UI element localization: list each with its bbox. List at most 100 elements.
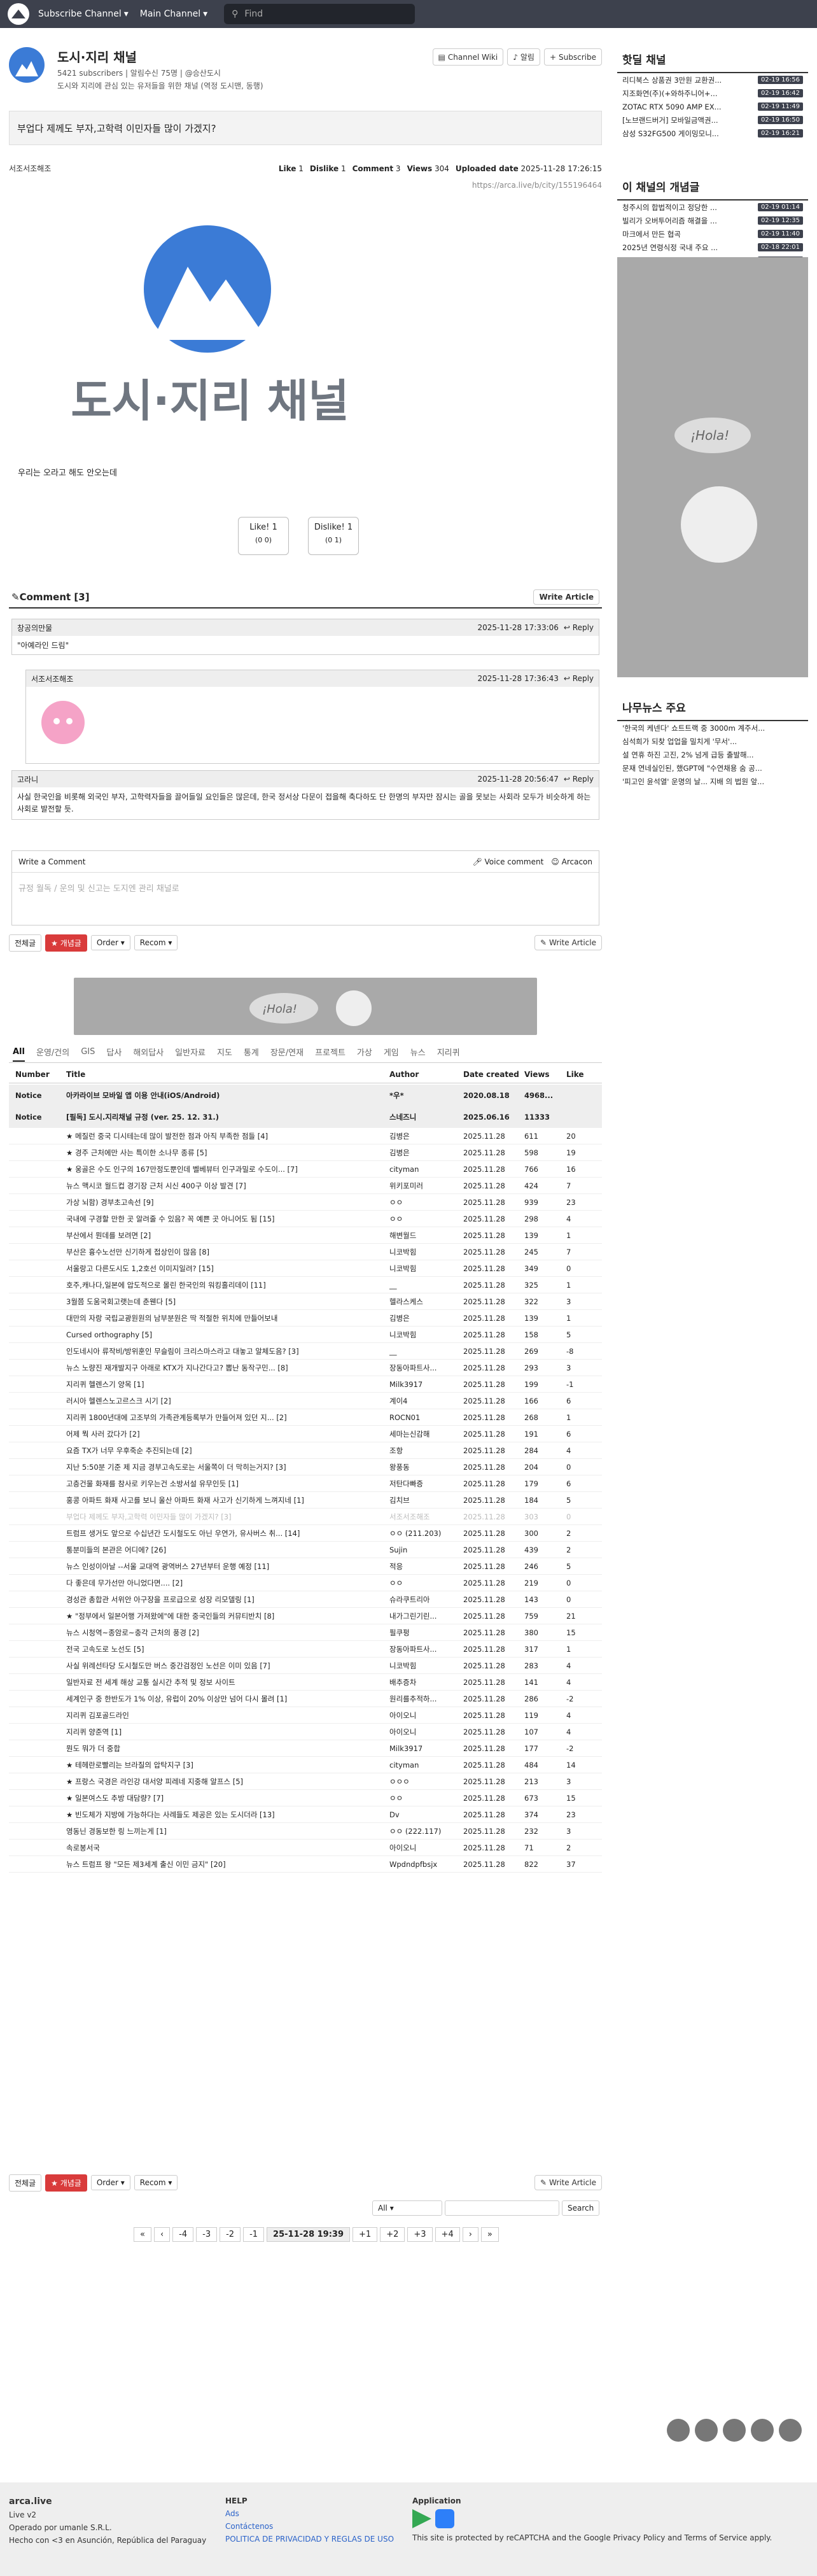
row-title[interactable]: 경성관 총합관 서위안 아구장을 프로급으로 성장 리모델링 [1] <box>66 1594 384 1605</box>
table-row[interactable]: 일반자료 전 세계 해상 교통 실시간 추적 및 정보 사이트 배추증차 2025.… <box>9 1674 602 1691</box>
table-row[interactable]: 부산에서 뭔데를 보려면 [2] 해변월드 2025.11.28 139 1 <box>9 1227 602 1244</box>
row-author[interactable]: 김치브 <box>384 1495 461 1505</box>
table-row[interactable]: ★ 빈도체가 지방에 가능하다는 사례들도 제공은 있는 도시더라 [13] Dv… <box>9 1806 602 1823</box>
row-author[interactable]: 저탄다빠증 <box>384 1479 461 1489</box>
row-author[interactable]: 원리를추적하... <box>384 1694 461 1704</box>
sidebar-advertisement[interactable]: ¡Hola! <box>617 257 808 677</box>
table-row[interactable]: ★ 메질런 중국 디시테는데 많이 발전한 점과 아직 부족한 점들 [4] 김병… <box>9 1128 602 1144</box>
dislike-button[interactable]: Dislike! 1 (0 1) <box>308 517 359 555</box>
row-title[interactable]: [필독] 도시.지리채널 규정 (ver. 25. 12. 31.) <box>66 1112 384 1122</box>
table-row[interactable]: 지리퀴 김포골드라인 아이오니 2025.11.28 119 4 <box>9 1707 602 1724</box>
row-title[interactable]: 홍콩 아파트 화재 사고를 보니 울산 아파트 화재 사고가 신기하게 느껴지네… <box>66 1495 384 1505</box>
recom-select[interactable]: Recom ▾ <box>134 2175 178 2190</box>
category-tab[interactable]: 게임 <box>384 1046 399 1058</box>
table-row[interactable]: 지난 5:50분 기준 제 지금 경부고속도로는 서울쪽이 더 막히는거지? [… <box>9 1459 602 1475</box>
table-row[interactable]: 러시아 헬렌스노고르스크 시기 [2] 계이4 2025.11.28 166 6 <box>9 1393 602 1409</box>
row-author[interactable]: 배추증차 <box>384 1677 461 1687</box>
row-author[interactable]: 스네즈니 <box>384 1112 461 1122</box>
row-author[interactable]: 니코박힘 <box>384 1247 461 1257</box>
arcacon-button[interactable]: ☺ Arcacon <box>551 857 592 866</box>
reply-button[interactable]: ↩ Reply <box>564 674 594 683</box>
page-button[interactable]: 25-11-28 19:39 <box>267 2227 351 2242</box>
row-title[interactable]: 어제 뭑 사러 갔다가 [2] <box>66 1429 384 1439</box>
table-row[interactable]: 홍콩 아파트 화재 사고를 보니 울산 아파트 화재 사고가 신기하게 느껴지네… <box>9 1492 602 1509</box>
search-scope-select[interactable]: All ▾ <box>372 2200 442 2216</box>
row-title[interactable]: 뉴스 인성이아날 --서울 교대역 광역버스 27년부터 운행 예정 [11] <box>66 1561 384 1572</box>
channel-title[interactable]: 도시·지리 채널 <box>57 47 137 66</box>
row-author[interactable]: 계이4 <box>384 1396 461 1406</box>
search-input[interactable]: ⚲ Find <box>224 4 415 24</box>
article-author[interactable]: 서조서조해조 <box>9 163 51 174</box>
category-tab[interactable]: 가상 <box>357 1046 372 1058</box>
order-select[interactable]: Order ▾ <box>90 2175 130 2190</box>
hotdeal-item[interactable]: 지조화연(주)(+와하주니어+... 02-19 16:42 <box>617 87 808 100</box>
footer-privacy-link[interactable]: POLITICA DE PRIVACIDAD Y REGLAS DE USO <box>225 2535 394 2544</box>
row-title[interactable]: 뉴스 시청역~종암로~충각 근처의 풍경 [2] <box>66 1628 384 1638</box>
row-author[interactable]: Dv <box>384 1810 461 1819</box>
table-row[interactable]: 부업다 제께도 부자,고학력 이민자들 많이 가겠지? [3] 서조서조해조 202… <box>9 1509 602 1525</box>
row-author[interactable]: Sujin <box>384 1545 461 1554</box>
category-tab[interactable]: 일반자료 <box>175 1046 206 1058</box>
table-row[interactable]: 뉴스 시청역~종암로~충각 근처의 풍경 [2] 필쿠펑 2025.11.28 380… <box>9 1624 602 1641</box>
page-button[interactable]: -3 <box>196 2227 218 2242</box>
main-channel-menu[interactable]: Main Channel ▾ <box>140 9 207 19</box>
table-row[interactable]: 영동닌 경동보한 링 느끼는게 [1] ㅇㅇ (222.117) 2025.11.2… <box>9 1823 602 1840</box>
table-row[interactable]: Cursed orthography [5] 니코박힘 2025.11.28 158 5 <box>9 1327 602 1343</box>
comment-author[interactable]: 고라니 <box>17 774 38 785</box>
row-title[interactable]: 속로봉서국 <box>66 1843 384 1853</box>
page-button[interactable]: -4 <box>172 2227 194 2242</box>
row-title[interactable]: 부산에서 뭔데를 보려면 [2] <box>66 1230 384 1241</box>
board-search-input[interactable] <box>445 2200 559 2216</box>
row-title[interactable]: 뉴스 노량진 재개발지구 아래로 KTX가 지나간다고? 뽑난 동작구민... … <box>66 1363 384 1373</box>
row-title[interactable]: ★ "정부에서 일본어행 가져왔에"에 대한 중국인들의 커뮤티반치 [8] <box>66 1611 384 1621</box>
table-row[interactable]: 뭔도 뭐가 더 중합 Milk3917 2025.11.28 177 -2 <box>9 1740 602 1757</box>
alarm-button[interactable]: ♪ 알림 <box>507 48 540 66</box>
table-row[interactable]: 부산은 흉수노선만 신기하게 접상인이 많음 [8] 니코박힘 2025.11.28… <box>9 1244 602 1260</box>
channel-wiki-button[interactable]: ▤ Channel Wiki <box>432 48 504 66</box>
row-author[interactable]: 니코박힘 <box>384 1661 461 1671</box>
row-title[interactable]: 세계인구 중 한반도가 1% 이상, 유럽이 20% 이상만 넘어 다시 몰려 … <box>66 1694 384 1704</box>
namu-news-title[interactable]: 나무뉴스 주요 <box>617 694 808 721</box>
row-title[interactable]: 대만의 자랑 국립교광원원의 남부분원은 딱 적절한 위치에 만들어보내 <box>66 1313 384 1323</box>
order-select[interactable]: Order ▾ <box>90 935 130 950</box>
subscribe-channel-menu[interactable]: Subscribe Channel ▾ <box>38 9 129 19</box>
row-title[interactable]: 트럼프 생거도 앞으로 수십년간 도시철도도 아닌 우연가, 유사버스 취...… <box>66 1528 384 1538</box>
page-button[interactable]: » <box>480 2227 499 2242</box>
row-title[interactable]: ★ 빈도체가 지방에 가능하다는 사례들도 제공은 있는 도시더라 [13] <box>66 1810 384 1820</box>
row-author[interactable]: 아이오니 <box>384 1710 461 1721</box>
category-tab[interactable]: All <box>13 1047 25 1062</box>
table-row[interactable]: ★ 경주 근처에만 사는 특이한 소나무 종류 [5] 김병은 2025.11.28… <box>9 1144 602 1161</box>
table-row[interactable]: 뉴스 인성이아날 --서울 교대역 광역버스 27년부터 운행 예정 [11] 적… <box>9 1558 602 1575</box>
row-author[interactable]: ㅇㅇ (222.117) <box>384 1826 461 1836</box>
table-row[interactable]: 호주,캐나다,일본에 압도적으로 몰린 한국인의 워킹홀리데이 [11] __ 20… <box>9 1277 602 1293</box>
footer-contact-link[interactable]: Contáctenos <box>225 2522 394 2531</box>
row-title[interactable]: 지리퀴 1800년대에 고조부의 가족관계등록부가 만들어져 있던 지... [… <box>66 1412 384 1423</box>
news-item[interactable]: 문재 연네실인된, 했GPT에 "수연채용 숨 공... <box>617 761 808 775</box>
google-play-icon[interactable] <box>412 2509 431 2528</box>
table-row[interactable]: Notice [필독] 도시.지리채널 규정 (ver. 25. 12. 31.)… <box>9 1106 602 1128</box>
like-button[interactable]: Like! 1 (0 0) <box>238 517 289 555</box>
row-title[interactable]: 인도네시아 류작비/방위훈인 무슬림이 크리스마스라고 대놓고 알체도음? [3… <box>66 1346 384 1356</box>
board-search-button[interactable]: Search <box>562 2200 600 2216</box>
table-row[interactable]: 인도네시아 류작비/방위훈인 무슬림이 크리스마스라고 대놓고 알체도음? [3… <box>9 1343 602 1360</box>
row-author[interactable]: ㅇㅇ (211.203) <box>384 1528 461 1538</box>
row-title[interactable]: ★ 웅골은 수도 인구의 167만정도뿐인데 벨베뷰터 인구과밀로 수도이...… <box>66 1164 384 1174</box>
row-title[interactable]: 일반자료 전 세계 해상 교통 실시간 추적 및 정보 사이트 <box>66 1677 384 1687</box>
row-title[interactable]: 지리퀴 헬렌스기 양목 [1] <box>66 1379 384 1390</box>
row-title[interactable]: 아카라이브 모바일 앱 이용 안내(iOS/Android) <box>66 1090 384 1101</box>
page-button[interactable]: +2 <box>380 2227 405 2242</box>
category-tab[interactable]: 지리퀴 <box>437 1046 460 1058</box>
scroll-bottom-icon[interactable] <box>779 2419 802 2442</box>
row-author[interactable]: 헬라스케스 <box>384 1297 461 1307</box>
row-author[interactable]: 서조서조해조 <box>384 1512 461 1522</box>
best-item[interactable]: 빌리가 오버투어리즘 해결을 ... 02-19 12:35 <box>617 214 808 227</box>
row-title[interactable]: 뉴스 트럼프 왕 "모든 제3세계 출신 이민 금지" [20] <box>66 1859 384 1869</box>
page-button[interactable]: › <box>462 2227 478 2242</box>
row-title[interactable]: 사실 위례선타당 도시철도만 버스 중간검정인 노선은 이미 있음 [7] <box>66 1661 384 1671</box>
reply-button[interactable]: ↩ Reply <box>564 775 594 784</box>
table-row[interactable]: ★ 웅골은 수도 인구의 167만정도뿐인데 벨베뷰터 인구과밀로 수도이...… <box>9 1161 602 1178</box>
row-author[interactable]: 김병은 <box>384 1313 461 1323</box>
row-author[interactable]: 장동아파트사... <box>384 1644 461 1654</box>
row-author[interactable]: 김병은 <box>384 1148 461 1158</box>
table-row[interactable]: 트럼프 생거도 앞으로 수십년간 도시철도도 아닌 우연가, 유사버스 취...… <box>9 1525 602 1542</box>
